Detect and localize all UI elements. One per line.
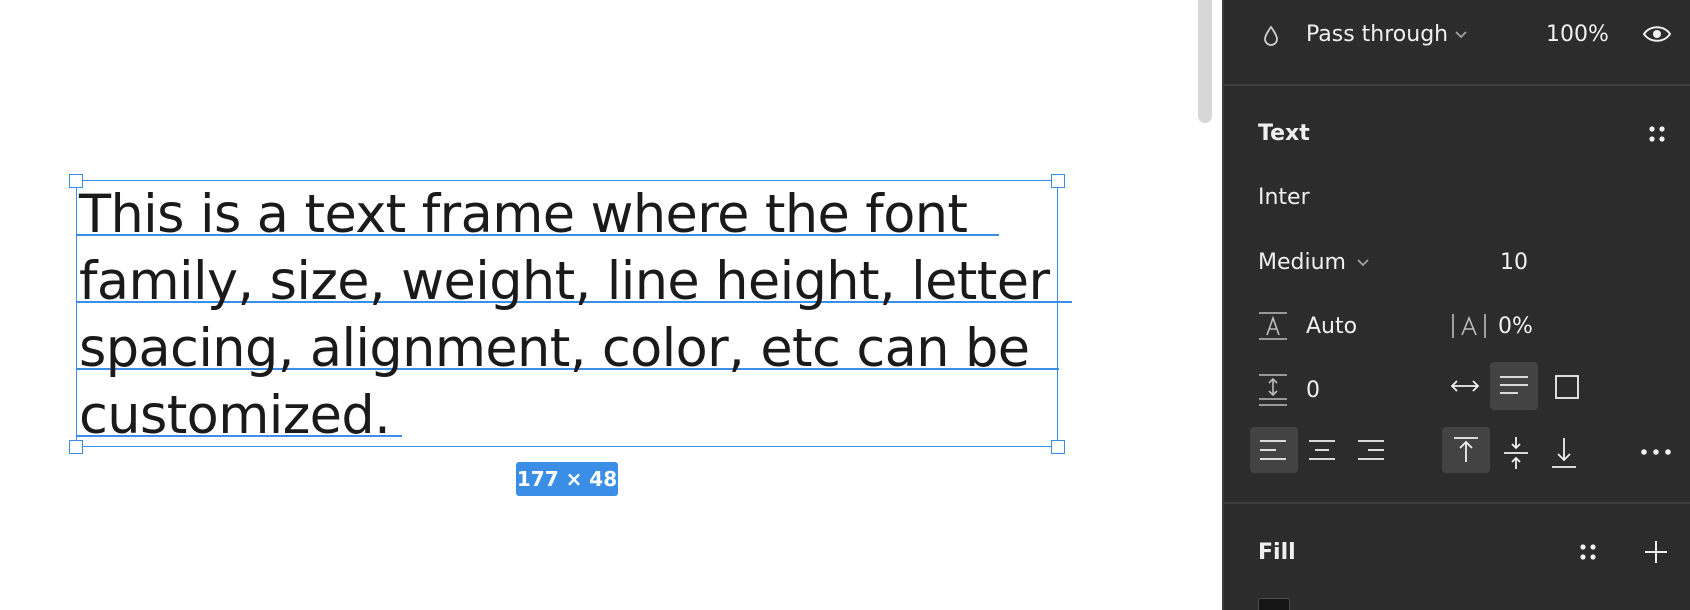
fill-section-title: Fill xyxy=(1258,540,1296,565)
align-top-icon xyxy=(1454,437,1478,462)
chevron-down-icon[interactable] xyxy=(1356,258,1370,268)
styles-grid-icon[interactable] xyxy=(1647,124,1667,144)
paragraph-spacing-icon xyxy=(1259,374,1287,406)
align-left-icon xyxy=(1260,440,1286,460)
fill-color-swatch[interactable] xyxy=(1258,598,1290,610)
text-line: This is a text frame where the font xyxy=(79,184,968,245)
letter-spacing-icon xyxy=(1452,314,1486,338)
fixed-size-icon[interactable] xyxy=(1554,374,1580,400)
size-badge: 177 × 48 xyxy=(516,462,618,496)
resize-handle-bottom-right[interactable] xyxy=(1051,440,1065,454)
align-left-button[interactable] xyxy=(1250,427,1298,473)
text-line: spacing, alignment, color, etc can be xyxy=(79,318,1030,379)
selected-text-frame[interactable]: This is a text frame where the font fami… xyxy=(76,180,1072,447)
properties-panel: Pass through 100% Text Inter Medium 10 A… xyxy=(1222,0,1690,610)
line-height-input[interactable]: Auto xyxy=(1306,314,1357,339)
text-line: family, size, weight, line height, lette… xyxy=(79,251,1050,312)
layer-opacity-input[interactable]: 100% xyxy=(1546,22,1609,47)
resize-handle-top-left[interactable] xyxy=(69,174,83,188)
align-bottom-icon[interactable] xyxy=(1550,436,1578,470)
chevron-down-icon[interactable] xyxy=(1454,30,1468,40)
more-icon[interactable] xyxy=(1640,448,1672,456)
font-family-select[interactable]: Inter xyxy=(1258,185,1310,210)
font-size-input[interactable]: 10 xyxy=(1500,250,1528,275)
align-top-button[interactable] xyxy=(1442,427,1490,473)
text-frame-content[interactable]: This is a text frame where the font fami… xyxy=(79,181,1079,449)
section-divider xyxy=(1224,502,1690,504)
font-weight-select[interactable]: Medium xyxy=(1258,250,1346,275)
design-canvas[interactable]: This is a text frame where the font fami… xyxy=(0,0,1222,610)
section-divider xyxy=(1224,84,1690,86)
letter-spacing-input[interactable]: 0% xyxy=(1498,314,1533,339)
resize-handle-top-right[interactable] xyxy=(1051,174,1065,188)
auto-height-button[interactable] xyxy=(1490,362,1538,410)
line-height-icon xyxy=(1259,312,1287,340)
align-center-icon[interactable] xyxy=(1308,439,1336,461)
resize-handle-bottom-left[interactable] xyxy=(69,440,83,454)
text-line: customized. xyxy=(79,385,391,446)
drop-icon xyxy=(1264,25,1278,46)
auto-width-icon[interactable] xyxy=(1450,376,1480,396)
text-section-title: Text xyxy=(1258,121,1310,146)
plus-icon[interactable] xyxy=(1644,540,1668,564)
blend-mode-select[interactable]: Pass through xyxy=(1306,22,1448,47)
eye-icon[interactable] xyxy=(1642,24,1672,44)
paragraph-spacing-input[interactable]: 0 xyxy=(1306,378,1320,403)
auto-height-icon xyxy=(1500,376,1528,394)
styles-grid-icon[interactable] xyxy=(1578,542,1598,562)
align-right-icon[interactable] xyxy=(1357,439,1385,461)
align-middle-icon[interactable] xyxy=(1502,436,1530,470)
canvas-scrollbar[interactable] xyxy=(1198,0,1212,123)
